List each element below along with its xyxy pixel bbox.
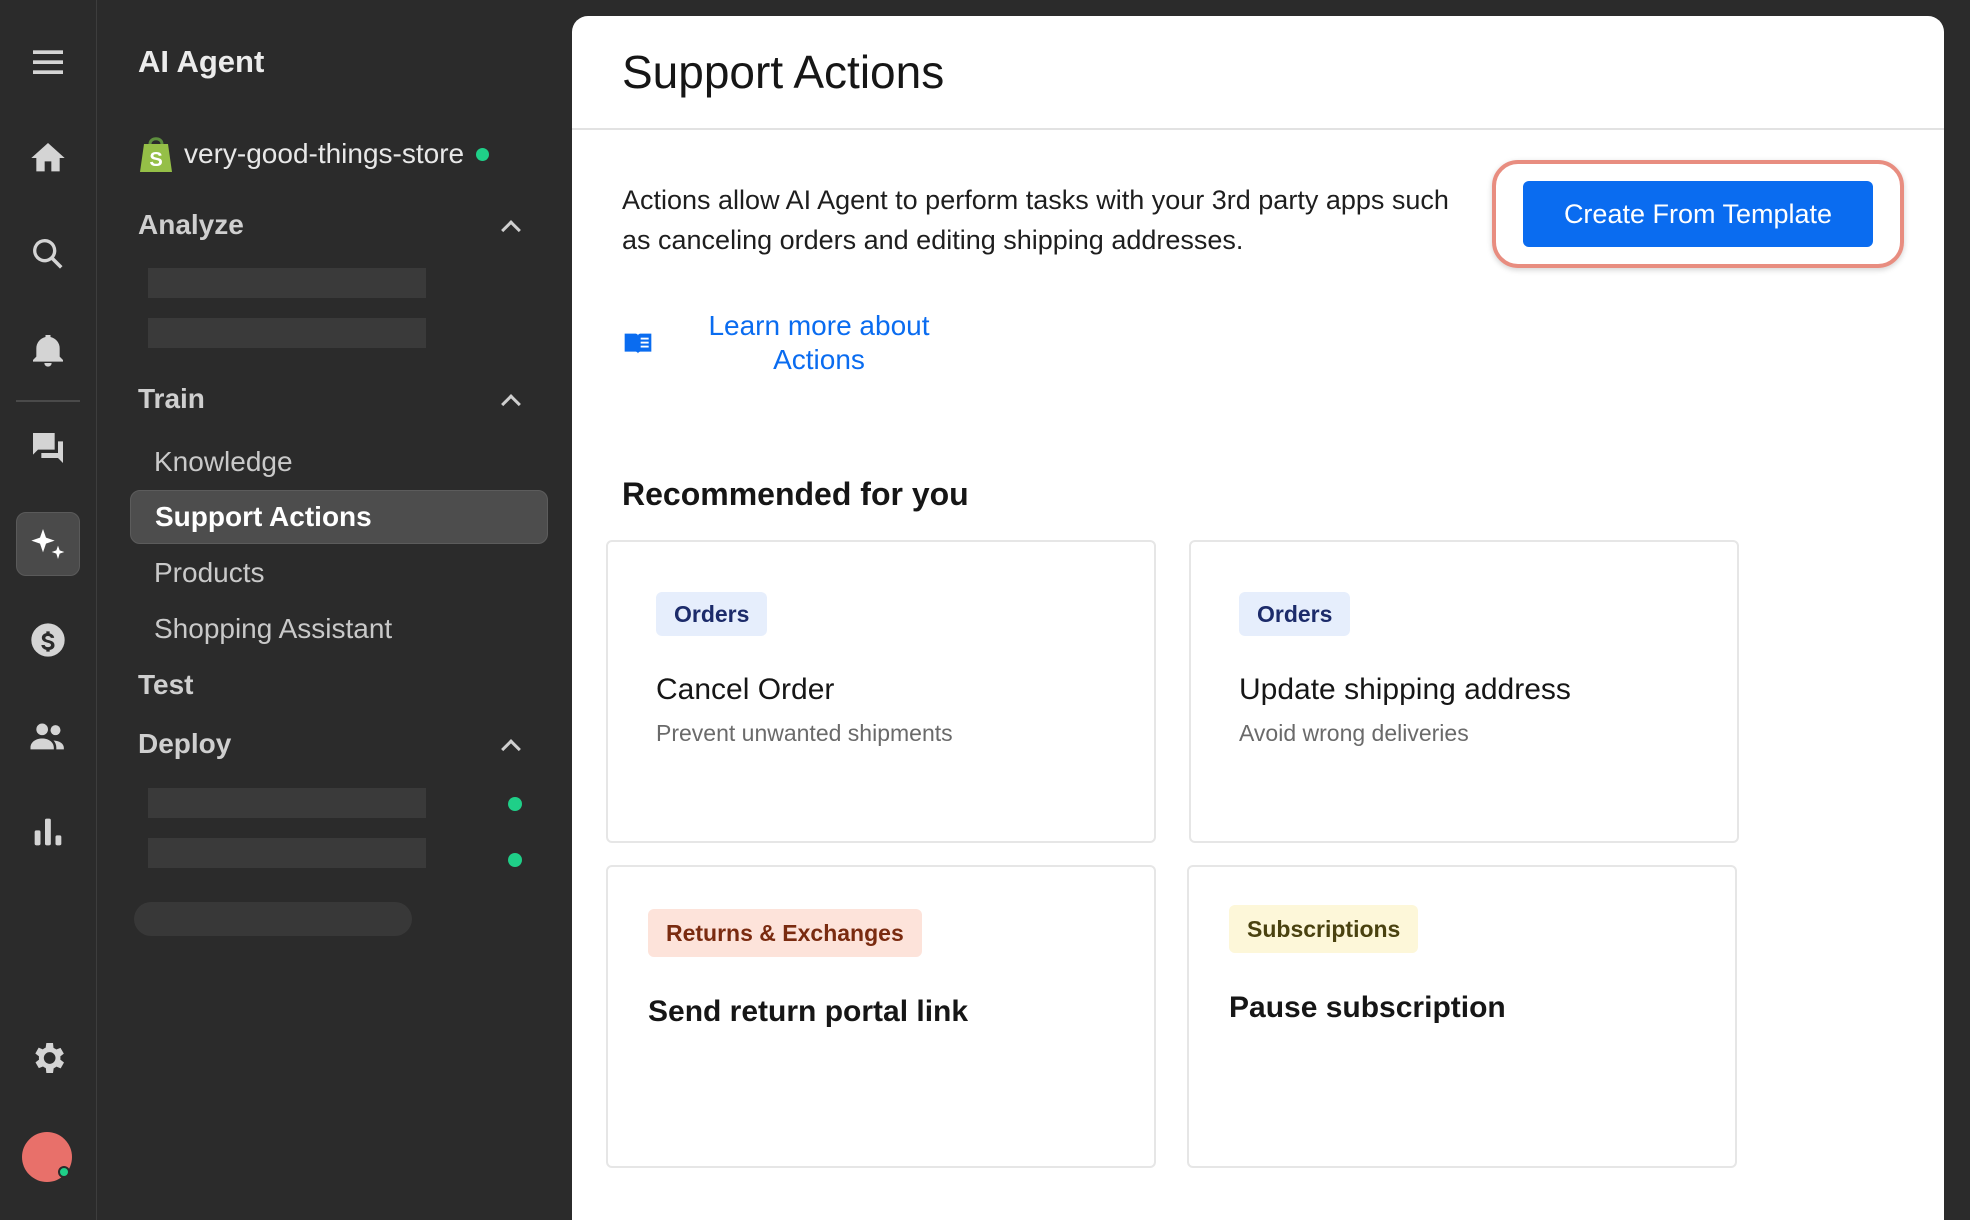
learn-more-label: Learn more about Actions — [708, 310, 930, 375]
category-tag: Returns & Exchanges — [648, 909, 922, 957]
sidebar: AI Agent S very-good-things-store Analyz… — [98, 0, 568, 1220]
gear-icon[interactable] — [16, 1026, 80, 1090]
main-panel: Support Actions Actions allow AI Agent t… — [572, 16, 1944, 1220]
icon-rail — [0, 0, 97, 1220]
placeholder-item — [148, 268, 426, 298]
home-icon[interactable] — [16, 126, 80, 190]
action-card-pause-subscription[interactable]: Subscriptions Pause subscription — [1187, 865, 1737, 1168]
sidebar-item-shopping-assistant[interactable]: Shopping Assistant — [130, 602, 548, 656]
placeholder-pill — [134, 902, 412, 936]
page-header: Support Actions — [572, 16, 1944, 130]
online-status-dot — [58, 1166, 70, 1178]
action-card-return-portal[interactable]: Returns & Exchanges Send return portal l… — [606, 865, 1156, 1168]
section-test-label: Test — [138, 669, 194, 700]
status-dot — [508, 797, 522, 811]
book-icon — [624, 333, 652, 354]
chevron-up-icon — [501, 220, 521, 240]
sidebar-item-label: Products — [154, 557, 265, 588]
store-status-dot — [476, 147, 490, 161]
action-card-update-shipping[interactable]: Orders Update shipping address Avoid wro… — [1189, 540, 1739, 843]
page-title: Support Actions — [622, 46, 945, 98]
page-description: Actions allow AI Agent to perform tasks … — [622, 185, 1449, 255]
section-analyze[interactable]: Analyze — [138, 209, 521, 241]
placeholder-item — [148, 838, 426, 868]
chevron-up-icon — [501, 739, 521, 759]
store-name: very-good-things-store — [184, 138, 465, 169]
category-tag: Orders — [656, 592, 768, 636]
sidebar-item-label: Knowledge — [154, 446, 293, 477]
svg-text:S: S — [149, 149, 162, 171]
store-selector[interactable]: S very-good-things-store — [138, 134, 490, 174]
shopify-bag-icon: S — [140, 137, 172, 172]
card-title: Send return portal link — [648, 995, 969, 1028]
users-icon[interactable] — [16, 704, 80, 768]
chat-icon[interactable] — [16, 416, 80, 480]
learn-more-link[interactable]: Learn more about Actions — [622, 309, 944, 377]
card-title: Pause subscription — [1229, 991, 1506, 1024]
rail-divider — [16, 400, 80, 402]
placeholder-item — [148, 318, 426, 348]
bell-icon[interactable] — [16, 318, 80, 382]
card-subtitle: Avoid wrong deliveries — [1239, 720, 1469, 746]
sparkle-icon[interactable] — [16, 512, 80, 576]
sidebar-item-label: Support Actions — [155, 501, 372, 532]
section-analyze-label: Analyze — [138, 209, 244, 240]
sidebar-item-support-actions[interactable]: Support Actions — [130, 490, 548, 544]
section-test[interactable]: Test — [138, 669, 194, 701]
card-title: Cancel Order — [656, 673, 835, 706]
category-tag: Subscriptions — [1229, 905, 1419, 953]
search-icon[interactable] — [16, 222, 80, 286]
category-tag: Orders — [1239, 592, 1351, 636]
sidebar-title: AI Agent — [138, 44, 265, 79]
bar-chart-icon[interactable] — [16, 800, 80, 864]
sidebar-item-label: Shopping Assistant — [154, 613, 393, 644]
section-deploy-label: Deploy — [138, 728, 232, 759]
menu-icon[interactable] — [16, 30, 80, 94]
dollar-icon[interactable] — [16, 608, 80, 672]
placeholder-item — [148, 788, 426, 818]
sidebar-item-products[interactable]: Products — [130, 546, 548, 600]
section-deploy[interactable]: Deploy — [138, 728, 521, 760]
recommended-title: Recommended for you — [622, 476, 969, 512]
section-train[interactable]: Train — [138, 383, 521, 415]
section-train-label: Train — [138, 383, 205, 414]
chevron-up-icon — [501, 394, 521, 414]
card-title: Update shipping address — [1239, 673, 1571, 706]
action-card-cancel-order[interactable]: Orders Cancel Order Prevent unwanted shi… — [606, 540, 1156, 843]
sidebar-item-knowledge[interactable]: Knowledge — [130, 435, 548, 489]
card-subtitle: Prevent unwanted shipments — [656, 720, 953, 746]
status-dot — [508, 853, 522, 867]
create-from-template-button[interactable]: Create From Template — [1523, 181, 1873, 247]
